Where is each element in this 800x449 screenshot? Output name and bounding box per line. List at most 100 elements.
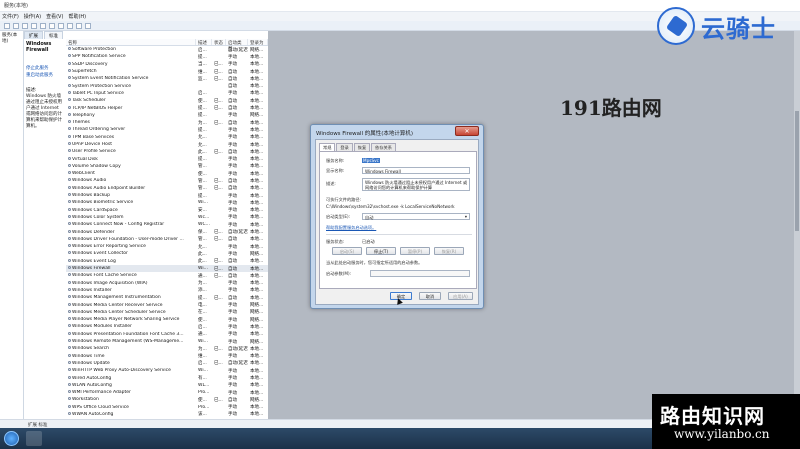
table-row[interactable]: UPnP Device Host 允... 手动 本地... (66, 141, 268, 148)
table-row[interactable]: Windows Audio 管... 已... 自动 本地... (66, 177, 268, 184)
table-row[interactable]: Windows Driver Foundation - User-mode Dr… (66, 236, 268, 243)
column-status[interactable]: 状态 (212, 39, 226, 46)
table-row[interactable]: SPP Notification Service 提... 手动 本地... (66, 53, 268, 60)
services-list: 名称 描述 状态 启动类型 登录为 Software Protection 启..… (66, 39, 268, 419)
back-icon[interactable] (4, 22, 10, 29)
table-row[interactable]: Windows Defender 保... 已... 自动(延迟...本地... (66, 228, 268, 235)
service-logon-cell: 本地... (250, 69, 264, 75)
menu-view[interactable]: 查看(V) (46, 13, 63, 20)
table-row[interactable]: Themes 为... 已... 自动 本地... (66, 119, 268, 126)
table-row[interactable]: Virtual Disk 提... 手动 本地... (66, 155, 268, 162)
startup-help-link[interactable]: 帮助我配置服务启动选项。 (326, 225, 376, 231)
play-icon[interactable] (58, 22, 64, 29)
table-row[interactable]: WPS Office Cloud Service Pro... 手动 本地... (66, 404, 268, 411)
console-tree-icon[interactable] (22, 22, 28, 29)
table-row[interactable]: Windows Search 为... 已... 自动(延迟...本地... (66, 345, 268, 352)
stop-service-link[interactable]: 停止此服务 (26, 65, 64, 71)
table-row[interactable]: Software Protection 启... 自动(延迟...网络... (66, 46, 268, 53)
tab-extended[interactable]: 扩展 (24, 31, 43, 39)
table-row[interactable]: Wired AutoConfig 有... 手动 本地... (66, 374, 268, 381)
cancel-button[interactable]: 取消 (419, 292, 441, 300)
table-row[interactable]: Windows CardSpace 安... 手动 本地... (66, 207, 268, 214)
service-name-text: Telephony (72, 112, 95, 118)
tab-standard[interactable]: 标准 (44, 31, 63, 39)
menu-file[interactable]: 文件(F) (2, 13, 19, 20)
table-row[interactable]: Telephony 提... 手动 网络... (66, 112, 268, 119)
table-row[interactable]: Windows Color System Wc... 手动 本地... (66, 214, 268, 221)
tree-item-services-local[interactable]: 服务(本地) (0, 31, 23, 45)
column-logon-as[interactable]: 登录为 (248, 39, 268, 46)
table-row[interactable]: Superfetch 维... 已... 自动 本地... (66, 68, 268, 75)
table-row[interactable]: Windows Biometric Service Wi... 手动 本地... (66, 199, 268, 206)
table-row[interactable]: WinHTTP Web Proxy Auto-Discovery Service… (66, 367, 268, 374)
table-row[interactable]: Windows Time 维... 手动 本地... (66, 352, 268, 359)
table-row[interactable]: Windows Installer 添... 手动 本地... (66, 287, 268, 294)
restart-icon[interactable] (85, 22, 91, 29)
table-row[interactable]: WLAN AutoConfig WL... 手动 本地... (66, 382, 268, 389)
table-row[interactable]: Windows Audio Endpoint Builder 管... 已... 自动… (66, 185, 268, 192)
start-params-input[interactable] (370, 270, 470, 277)
help-icon[interactable] (49, 22, 55, 29)
start-button-icon[interactable] (4, 431, 19, 446)
table-row[interactable]: Thread Ordering Server 提... 手动 本地... (66, 126, 268, 133)
pause-icon[interactable] (76, 22, 82, 29)
table-row[interactable]: Windows Error Reporting Service 允... 手动 本地.… (66, 243, 268, 250)
table-row[interactable]: Windows Remote Management (WS-Manageme..… (66, 338, 268, 345)
stop-icon[interactable] (67, 22, 73, 29)
table-row[interactable]: Windows Event Log 此... 已... 自动 本地... (66, 258, 268, 265)
display-name-field[interactable]: Windows Firewall (362, 167, 470, 174)
table-row[interactable]: Tablet PC Input Service 启... 手动 本地... (66, 90, 268, 97)
vertical-scrollbar[interactable] (794, 31, 800, 419)
menu-help[interactable]: 帮助(H) (68, 13, 86, 20)
table-row[interactable]: SSDP Discovery 当... 已... 手动 本地... (66, 61, 268, 68)
table-row[interactable]: WebClient 使... 手动 本地... (66, 170, 268, 177)
service-startup-cell: 手动 (228, 354, 237, 360)
table-row[interactable]: Volume Shadow Copy 管... 手动 本地... (66, 163, 268, 170)
table-row[interactable]: Windows Connect Now - Config Registrar WC… (66, 221, 268, 228)
column-name[interactable]: 名称 (66, 39, 196, 46)
table-row[interactable]: Windows Event Collector 此... 手动 网络... (66, 250, 268, 257)
close-icon[interactable]: ✕ (455, 126, 479, 136)
table-row[interactable]: TPM Base Services 允... 手动 本地... (66, 134, 268, 141)
table-row[interactable]: WMI Performance Adapter Pro... 手动 本地... (66, 389, 268, 396)
column-startup-type[interactable]: 启动类型 (226, 39, 248, 52)
gear-icon (68, 47, 71, 51)
table-row[interactable]: Windows Media Player Network Sharing Ser… (66, 316, 268, 323)
table-row[interactable]: System Protection Service 自动 本地... (66, 82, 268, 89)
table-row[interactable]: Windows Management Instrumentation 提... 已.… (66, 294, 268, 301)
description-field[interactable]: Windows 防火墙通过阻止未授权用户通过 Internet 或网络访问您的计… (362, 178, 470, 191)
table-row[interactable]: User Profile Service 此... 已... 自动 本地... (66, 148, 268, 155)
export-icon[interactable] (40, 22, 46, 29)
refresh-icon[interactable] (31, 22, 37, 29)
table-row[interactable]: Windows Presentation Foundation Font Cac… (66, 331, 268, 338)
table-row[interactable]: Windows Firewall Wi... 已... 自动 本地... (66, 264, 268, 273)
forward-icon[interactable] (13, 22, 19, 29)
column-description[interactable]: 描述 (196, 39, 212, 46)
start-button[interactable]: 启动(S) (332, 247, 362, 255)
service-description-cell: 提... (198, 106, 207, 112)
table-row[interactable]: System Event Notification Service 监... 已..… (66, 75, 268, 82)
service-logon-cell: 网络... (250, 339, 264, 345)
restart-service-link[interactable]: 重启动此服务 (26, 72, 64, 78)
table-row[interactable]: WWAN AutoConfig 该... 手动 本地... (66, 411, 268, 418)
table-row[interactable]: Windows Media Center Receiver Service 电..… (66, 301, 268, 308)
table-row[interactable]: TCP/IP NetBIOS Helper 提... 已... 自动 本地... (66, 104, 268, 111)
pause-button[interactable]: 暂停(P) (400, 247, 430, 255)
taskbar-app-icon[interactable] (26, 431, 42, 446)
startup-type-select[interactable]: 自动 ▾ (362, 213, 470, 220)
table-row[interactable]: Windows Update 启... 已... 自动(延迟...本地... (66, 360, 268, 367)
table-row[interactable]: Windows Backup 提... 手动 本地... (66, 192, 268, 199)
table-row[interactable]: Windows Font Cache Service 通... 已... 自动 本地..… (66, 272, 268, 279)
table-row[interactable]: Windows Media Center Scheduler Service 在.… (66, 309, 268, 316)
menu-action[interactable]: 操作(A) (24, 13, 41, 20)
table-row[interactable]: Workstation 使... 已... 自动 网络... (66, 396, 268, 403)
table-row[interactable]: Task Scheduler 使... 已... 自动 本地... (66, 97, 268, 104)
scrollbar-thumb[interactable] (795, 111, 799, 231)
table-row[interactable]: Windows Image Acquisition (WIA) 为... 手动 本地.… (66, 280, 268, 287)
apply-button[interactable]: 应用(A) (448, 292, 473, 300)
table-row[interactable]: Windows Modules Installer 启... 手动 本地... (66, 323, 268, 330)
gear-icon (68, 142, 71, 145)
stop-button[interactable]: 停止(T) (366, 247, 396, 255)
resume-button[interactable]: 恢复(R) (434, 247, 464, 255)
service-name-value[interactable]: MpsSvc (362, 158, 380, 163)
